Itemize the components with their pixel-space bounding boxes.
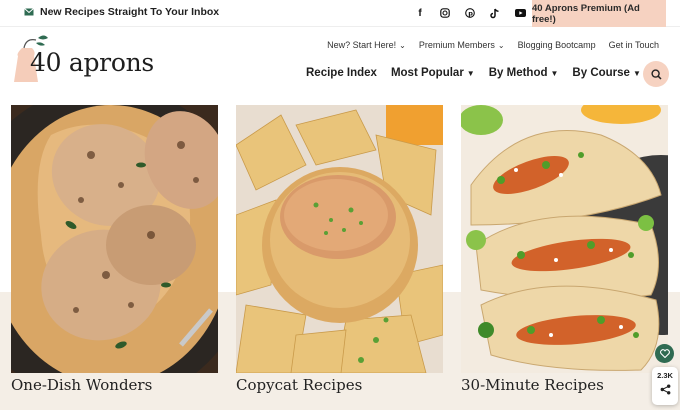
chevron-down-icon: ⌄ bbox=[399, 41, 406, 50]
util-nav-bootcamp[interactable]: Blogging Bootcamp bbox=[518, 40, 596, 50]
card-image-chicken[interactable] bbox=[11, 105, 218, 373]
social-links: f p bbox=[412, 5, 528, 21]
tiktok-icon[interactable] bbox=[487, 5, 503, 21]
share-count: 2.3K bbox=[657, 371, 673, 380]
card-title[interactable]: 30-Minute Recipes bbox=[461, 376, 604, 394]
premium-button[interactable]: 40 Aprons Premium (Ad free!) bbox=[532, 0, 666, 27]
pinterest-icon[interactable]: p bbox=[462, 5, 478, 21]
site-logo[interactable]: 40 aprons bbox=[12, 34, 162, 90]
chevron-down-icon: ▼ bbox=[632, 69, 641, 78]
chevron-down-icon: ▼ bbox=[466, 69, 475, 78]
share-widget[interactable]: 2.3K bbox=[652, 367, 678, 405]
util-nav-contact[interactable]: Get in Touch bbox=[609, 40, 659, 50]
nav-by-method-label: By Method bbox=[488, 67, 548, 79]
facebook-icon[interactable]: f bbox=[412, 5, 428, 21]
nav-by-method[interactable]: By Method ▼ bbox=[489, 67, 559, 79]
logo-text: 40 aprons bbox=[30, 48, 154, 77]
search-icon bbox=[650, 68, 662, 80]
card-title[interactable]: One-Dish Wonders bbox=[11, 376, 152, 394]
share-icon bbox=[660, 384, 670, 395]
card-image-tacos[interactable] bbox=[461, 105, 668, 373]
nav-by-course[interactable]: By Course ▼ bbox=[572, 67, 640, 79]
main-nav: Recipe Index Most Popular ▼ By Method ▼ By… bbox=[306, 67, 641, 79]
utility-nav: New? Start Here! ⌄ Premium Members ⌄ Blogg… bbox=[327, 40, 659, 50]
heart-icon bbox=[659, 349, 670, 358]
instagram-icon[interactable] bbox=[437, 5, 453, 21]
util-nav-members-label: Premium Members bbox=[418, 40, 495, 50]
card-title[interactable]: Copycat Recipes bbox=[236, 376, 362, 394]
util-nav-start[interactable]: New? Start Here! ⌄ bbox=[327, 40, 406, 50]
nav-most-popular-label: Most Popular bbox=[390, 67, 464, 79]
newsletter-link[interactable]: New Recipes Straight To Your Inbox bbox=[24, 6, 219, 18]
nav-most-popular[interactable]: Most Popular ▼ bbox=[391, 67, 475, 79]
mail-icon bbox=[24, 8, 34, 16]
favorite-button[interactable] bbox=[655, 344, 674, 363]
category-card-copycat[interactable]: Copycat Recipes bbox=[236, 105, 443, 394]
newsletter-label: New Recipes Straight To Your Inbox bbox=[40, 6, 220, 18]
svg-text:p: p bbox=[468, 10, 473, 18]
nav-recipe-index[interactable]: Recipe Index bbox=[306, 67, 377, 79]
nav-by-course-label: By Course bbox=[572, 67, 630, 79]
util-nav-members[interactable]: Premium Members ⌄ bbox=[419, 40, 505, 50]
category-card-one-dish[interactable]: One-Dish Wonders bbox=[11, 105, 218, 394]
chevron-down-icon: ⌄ bbox=[497, 41, 505, 50]
search-button[interactable] bbox=[643, 61, 669, 87]
chevron-down-icon: ▼ bbox=[550, 69, 559, 78]
card-image-dip[interactable] bbox=[236, 105, 443, 373]
category-card-30-minute[interactable]: 30-Minute Recipes bbox=[461, 105, 668, 394]
util-nav-start-label: New? Start Here! bbox=[327, 40, 397, 50]
top-bar: New Recipes Straight To Your Inbox f p 4… bbox=[0, 0, 680, 27]
youtube-icon[interactable] bbox=[512, 5, 528, 21]
